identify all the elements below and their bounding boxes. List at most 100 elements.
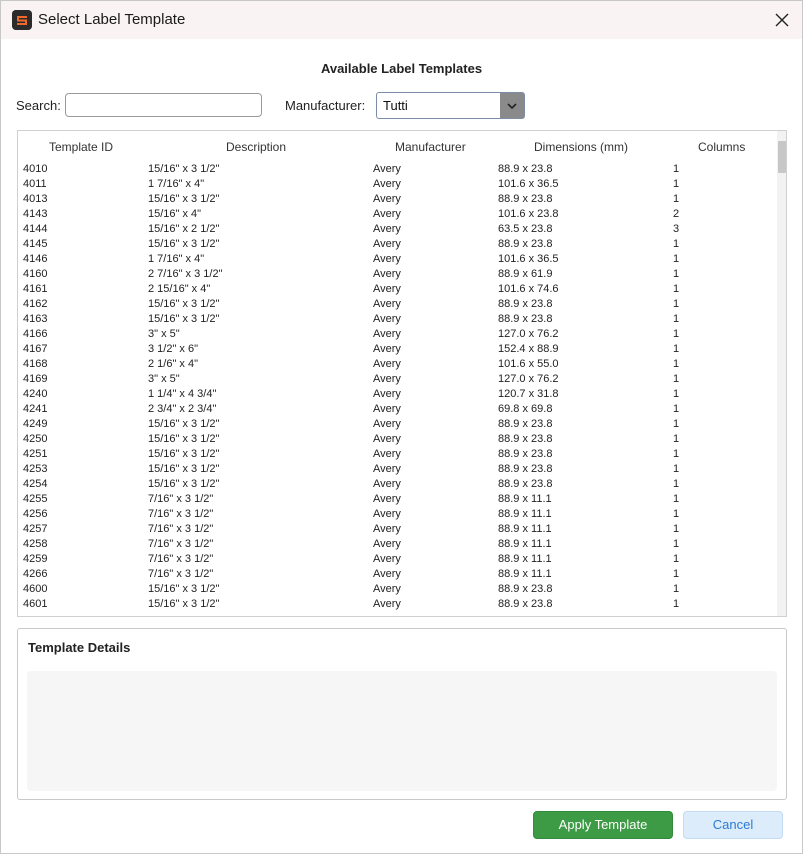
dimensions-cell: 101.6 x 55.0	[498, 358, 559, 370]
columns-cell: 1	[673, 553, 680, 565]
description-cell: 15/16" x 3 1/2"	[148, 433, 220, 445]
columns-cell: 2	[673, 208, 680, 220]
table-row[interactable]: 4146 1 7/16" x 4" Avery 101.6 x 36.5 1	[18, 252, 776, 267]
manufacturer-cell: Avery	[373, 163, 401, 175]
columns-cell: 1	[673, 373, 680, 385]
dropdown-button[interactable]	[500, 93, 524, 118]
cancel-button[interactable]: Cancel	[683, 811, 783, 839]
manufacturer-cell: Avery	[373, 328, 401, 340]
manufacturer-cell: Avery	[373, 253, 401, 265]
columns-cell: 1	[673, 463, 680, 475]
table-row[interactable]: 4143 15/16" x 4" Avery 101.6 x 23.8 2	[18, 207, 776, 222]
table-row[interactable]: 4254 15/16" x 3 1/2" Avery 88.9 x 23.8 1	[18, 477, 776, 492]
table-row[interactable]: 4601 15/16" x 3 1/2" Avery 88.9 x 23.8 1	[18, 597, 776, 612]
table-row[interactable]: 4163 15/16" x 3 1/2" Avery 88.9 x 23.8 1	[18, 312, 776, 327]
table-row[interactable]: 4258 7/16" x 3 1/2" Avery 88.9 x 11.1 1	[18, 537, 776, 552]
table-row[interactable]: 4240 1 1/4" x 4 3/4" Avery 120.7 x 31.8 1	[18, 387, 776, 402]
dialog-window: Select Label Template Available Label Te…	[0, 0, 803, 854]
manufacturer-cell: Avery	[373, 538, 401, 550]
description-cell: 7/16" x 3 1/2"	[148, 538, 214, 550]
search-input[interactable]	[65, 93, 262, 117]
table-row[interactable]: 4168 2 1/6" x 4" Avery 101.6 x 55.0 1	[18, 357, 776, 372]
table-row[interactable]: 4251 15/16" x 3 1/2" Avery 88.9 x 23.8 1	[18, 447, 776, 462]
manufacturer-cell: Avery	[373, 553, 401, 565]
table-row[interactable]: 4600 15/16" x 3 1/2" Avery 88.9 x 23.8 1	[18, 582, 776, 597]
template-id-cell: 4161	[23, 283, 48, 295]
description-cell: 2 15/16" x 4"	[148, 283, 211, 295]
template-id-cell: 4249	[23, 418, 48, 430]
template-id-cell: 4168	[23, 358, 48, 370]
dimensions-cell: 88.9 x 23.8	[498, 463, 553, 475]
table-row[interactable]: 4011 1 7/16" x 4" Avery 101.6 x 36.5 1	[18, 177, 776, 192]
table-row[interactable]: 4013 15/16" x 3 1/2" Avery 88.9 x 23.8 1	[18, 192, 776, 207]
table-row[interactable]: 4253 15/16" x 3 1/2" Avery 88.9 x 23.8 1	[18, 462, 776, 477]
manufacturer-cell: Avery	[373, 418, 401, 430]
table-row[interactable]: 4257 7/16" x 3 1/2" Avery 88.9 x 11.1 1	[18, 522, 776, 537]
table-row[interactable]: 4169 3" x 5" Avery 127.0 x 76.2 1	[18, 372, 776, 387]
template-id-cell: 4011	[23, 178, 47, 190]
template-id-cell: 4013	[23, 193, 48, 205]
table-row[interactable]: 4256 7/16" x 3 1/2" Avery 88.9 x 11.1 1	[18, 507, 776, 522]
scrollbar-thumb[interactable]	[778, 141, 786, 173]
dimensions-cell: 88.9 x 11.1	[498, 568, 552, 580]
manufacturer-selected-value: Tutti	[383, 98, 408, 113]
table-row[interactable]: 4249 15/16" x 3 1/2" Avery 88.9 x 23.8 1	[18, 417, 776, 432]
manufacturer-select[interactable]: Tutti	[376, 92, 525, 119]
section-heading: Available Label Templates	[320, 61, 483, 76]
table-row[interactable]: 4166 3" x 5" Avery 127.0 x 76.2 1	[18, 327, 776, 342]
table-row[interactable]: 4259 7/16" x 3 1/2" Avery 88.9 x 11.1 1	[18, 552, 776, 567]
template-id-cell: 4266	[23, 568, 48, 580]
columns-cell: 1	[673, 313, 680, 325]
description-cell: 7/16" x 3 1/2"	[148, 508, 214, 520]
vertical-scrollbar[interactable]	[777, 131, 786, 616]
manufacturer-cell: Avery	[373, 508, 401, 520]
column-header-description[interactable]: Description	[226, 140, 286, 154]
table-row[interactable]: 4255 7/16" x 3 1/2" Avery 88.9 x 11.1 1	[18, 492, 776, 507]
table-row[interactable]: 4162 15/16" x 3 1/2" Avery 88.9 x 23.8 1	[18, 297, 776, 312]
close-button[interactable]	[767, 5, 797, 35]
dimensions-cell: 88.9 x 23.8	[498, 313, 553, 325]
dimensions-cell: 127.0 x 76.2	[498, 373, 559, 385]
table-header: Template ID Description Manufacturer Dim…	[18, 131, 776, 161]
dimensions-cell: 88.9 x 11.1	[498, 538, 552, 550]
column-header-dimensions[interactable]: Dimensions (mm)	[534, 140, 628, 154]
table-row[interactable]: 4145 15/16" x 3 1/2" Avery 88.9 x 23.8 1	[18, 237, 776, 252]
manufacturer-cell: Avery	[373, 493, 401, 505]
manufacturer-cell: Avery	[373, 403, 401, 415]
manufacturer-cell: Avery	[373, 448, 401, 460]
manufacturer-cell: Avery	[373, 433, 401, 445]
table-row[interactable]: 4144 15/16" x 2 1/2" Avery 63.5 x 23.8 3	[18, 222, 776, 237]
description-cell: 15/16" x 3 1/2"	[148, 313, 220, 325]
description-cell: 3" x 5"	[148, 373, 180, 385]
dimensions-cell: 120.7 x 31.8	[498, 388, 559, 400]
description-cell: 3 1/2" x 6"	[148, 343, 199, 355]
table-row[interactable]: 4250 15/16" x 3 1/2" Avery 88.9 x 23.8 1	[18, 432, 776, 447]
template-id-cell: 4600	[23, 583, 48, 595]
template-id-cell: 4250	[23, 433, 48, 445]
table-row[interactable]: 4010 15/16" x 3 1/2" Avery 88.9 x 23.8 1	[18, 162, 776, 177]
dimensions-cell: 88.9 x 23.8	[498, 598, 553, 610]
columns-cell: 1	[673, 478, 680, 490]
table-row[interactable]: 4266 7/16" x 3 1/2" Avery 88.9 x 11.1 1	[18, 567, 776, 582]
table-row[interactable]: 4161 2 15/16" x 4" Avery 101.6 x 74.6 1	[18, 282, 776, 297]
description-cell: 15/16" x 3 1/2"	[148, 583, 220, 595]
table-row[interactable]: 4241 2 3/4" x 2 3/4" Avery 69.8 x 69.8 1	[18, 402, 776, 417]
dimensions-cell: 88.9 x 23.8	[498, 298, 553, 310]
description-cell: 2 1/6" x 4"	[148, 358, 199, 370]
templates-table: Template ID Description Manufacturer Dim…	[17, 130, 787, 617]
table-row[interactable]: 4167 3 1/2" x 6" Avery 152.4 x 88.9 1	[18, 342, 776, 357]
column-header-template-id[interactable]: Template ID	[49, 140, 113, 154]
details-title: Template Details	[28, 640, 131, 655]
apply-template-button[interactable]: Apply Template	[533, 811, 673, 839]
template-id-cell: 4241	[23, 403, 48, 415]
table-row[interactable]: 4160 2 7/16" x 3 1/2" Avery 88.9 x 61.9 1	[18, 267, 776, 282]
template-id-cell: 4010	[23, 163, 48, 175]
columns-cell: 1	[673, 568, 680, 580]
manufacturer-cell: Avery	[373, 283, 401, 295]
table-body: 4010 15/16" x 3 1/2" Avery 88.9 x 23.8 1 4011…	[18, 162, 776, 612]
manufacturer-cell: Avery	[373, 388, 401, 400]
columns-cell: 1	[673, 508, 680, 520]
column-header-columns[interactable]: Columns	[698, 140, 745, 154]
dimensions-cell: 152.4 x 88.9	[498, 343, 559, 355]
column-header-manufacturer[interactable]: Manufacturer	[395, 140, 466, 154]
